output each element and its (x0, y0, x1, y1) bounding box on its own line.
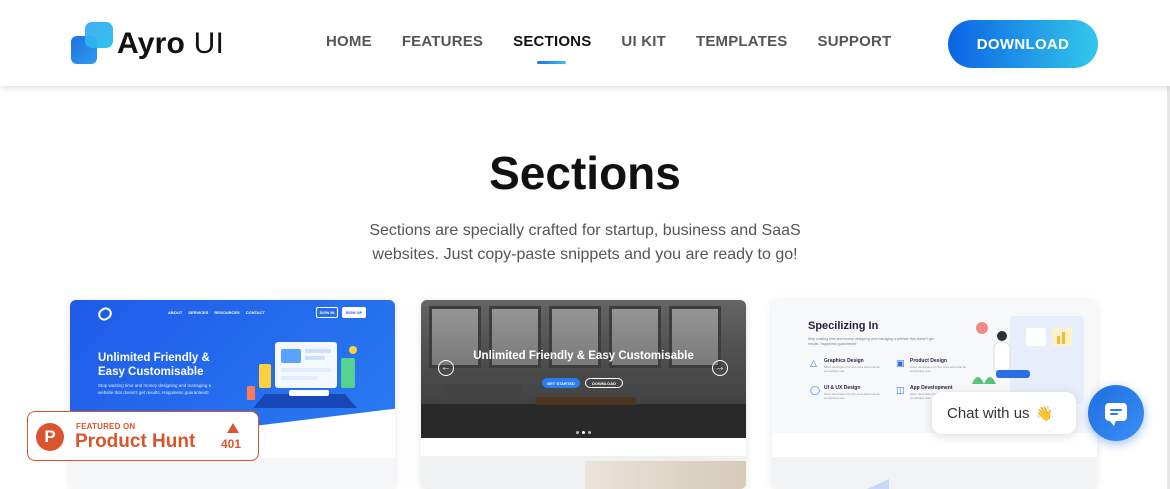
card-footer (421, 438, 746, 489)
service-title: Product Design (910, 358, 947, 364)
service-title: Graphics Design (824, 358, 864, 364)
preview-text: Stop wasting time and money designing an… (98, 383, 212, 395)
preview-nav-item: CONTACT (245, 310, 265, 315)
link-logo-icon (95, 305, 115, 323)
brand-logo[interactable]: Ayro UI (71, 22, 224, 66)
service-desc: Short description for the ones who look … (910, 365, 967, 373)
preview-download-button: DOWNLOAD (585, 378, 623, 388)
brand-name: Ayro UI (117, 27, 224, 61)
card-preview: Unlimited Friendly & Easy Customisable G… (421, 300, 746, 438)
chat-prompt-text: Chat with us (947, 404, 1030, 422)
photo-overlay (421, 300, 746, 438)
upvote-arrow-icon (227, 423, 239, 433)
chat-icon (1105, 403, 1127, 426)
arrow-right-icon: → (712, 360, 728, 376)
ph-name: Product Hunt (75, 431, 196, 452)
ph-featured-label: FEATURED ON (76, 422, 136, 431)
download-button[interactable]: DOWNLOAD (948, 20, 1098, 68)
service-item: ▣ Product Design Short description for t… (896, 358, 970, 373)
nav-sections[interactable]: SECTIONS (513, 33, 592, 64)
brand-name-light: UI (193, 27, 224, 60)
nav-home[interactable]: HOME (326, 33, 372, 50)
preview-nav-item: ABOUT (168, 310, 183, 315)
brand-name-bold: Ayro (117, 27, 186, 60)
service-title: App Development (910, 385, 953, 391)
preview-heading: Specilizing In (808, 320, 879, 332)
preview-nav-item: SERVICES (188, 310, 209, 315)
preview-sign-up-button: SIGN UP (342, 307, 366, 318)
app-icon: ◫ (896, 385, 905, 395)
preview-text: Stop wasting time and money designing an… (808, 337, 934, 346)
nav-sections-label: SECTIONS (513, 33, 592, 50)
page-title: Sections (489, 147, 681, 199)
card-footer (70, 458, 395, 489)
service-desc: Short description for the ones who look … (824, 365, 881, 373)
next-section-shape (867, 479, 889, 489)
preview-sign-in-button: SIGN IN (316, 307, 338, 318)
service-desc: Short description for the ones who look … (824, 392, 881, 400)
service-title: UI & UX Design (824, 385, 861, 391)
next-section-photo (585, 461, 746, 489)
preview-get-started-button: GET STARTED (542, 378, 580, 388)
slider-dots (576, 431, 591, 434)
product-icon: ▣ (896, 358, 905, 368)
nav-templates[interactable]: TEMPLATES (696, 33, 788, 50)
nav-ui-kit[interactable]: UI KIT (621, 33, 666, 50)
card-footer (772, 433, 1097, 489)
nav-features[interactable]: FEATURES (402, 33, 483, 50)
compass-icon: △ (810, 358, 817, 368)
upvote-count: 401 (221, 437, 242, 451)
section-card-hero-photo[interactable]: Unlimited Friendly & Easy Customisable G… (421, 300, 746, 489)
preview-nav-item: RESOURCES (214, 310, 240, 315)
product-hunt-logo-icon: P (36, 423, 64, 451)
chat-prompt-bubble[interactable]: Chat with us 👋 (932, 392, 1076, 434)
service-item: ◯ UI & UX Design Short description for t… (810, 385, 884, 400)
main-nav: HOME FEATURES SECTIONS UI KIT TEMPLATES … (326, 33, 921, 64)
site-header: Ayro UI HOME FEATURES SECTIONS UI KIT TE… (0, 0, 1170, 86)
trophy-icon: ◯ (810, 385, 821, 395)
product-hunt-badge[interactable]: P FEATURED ON Product Hunt 401 (27, 411, 259, 461)
service-item: △ Graphics Design Short description for … (810, 358, 884, 373)
page-subtitle: Sections are specially crafted for start… (369, 222, 801, 263)
nav-support[interactable]: SUPPORT (817, 33, 891, 50)
dashboard-illustration-icon (247, 342, 357, 408)
ayro-logo-icon (71, 22, 115, 66)
waving-hand-icon: 👋 (1035, 404, 1053, 421)
preview-nav: ABOUT SERVICES RESOURCES CONTACT (168, 310, 265, 315)
preview-heading: Unlimited Friendly & Easy Customisable (473, 350, 694, 362)
chat-launcher-button[interactable] (1088, 385, 1144, 441)
active-nav-indicator (537, 61, 567, 64)
arrow-left-icon: ← (438, 360, 454, 376)
preview-heading: Unlimited Friendly & Easy Customisable (98, 352, 210, 378)
